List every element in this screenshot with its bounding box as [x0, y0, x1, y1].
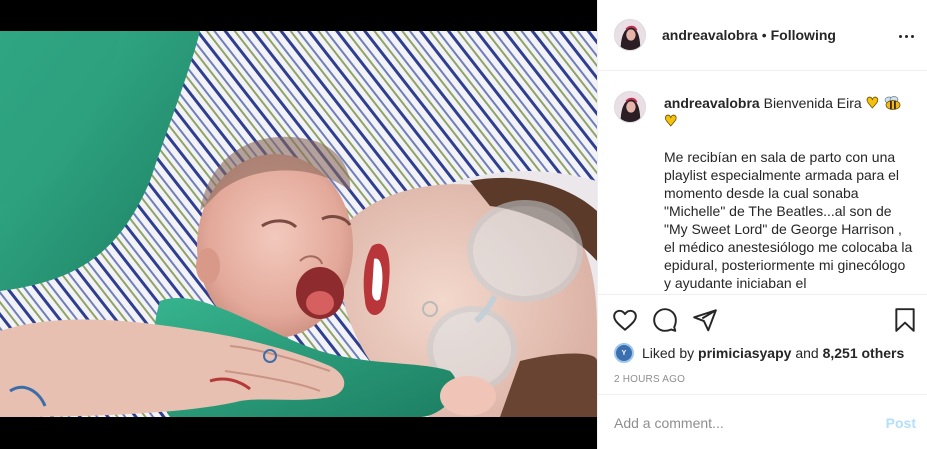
comment-input[interactable] — [614, 414, 874, 431]
paper-plane-icon[interactable] — [692, 307, 718, 333]
caption-header: andreavalobra Bienvenida Eira ♥ ♥ — [664, 94, 912, 130]
newborn-photo-illustration — [0, 31, 597, 417]
and-label: and — [795, 345, 819, 361]
post-media[interactable] — [0, 0, 597, 449]
honeybee-icon — [884, 96, 901, 110]
liker-username[interactable]: primiciasyapy — [698, 345, 791, 361]
caption-intro: Bienvenida Eira — [763, 95, 862, 111]
post-timestamp[interactable]: 2 HOURS AGO — [614, 374, 685, 385]
caption-text: Me recibían en sala de parto con una pla… — [664, 149, 913, 291]
post-photo[interactable] — [0, 31, 597, 417]
post-header: andreavalobra • Following — [598, 0, 927, 71]
liked-by-label: Liked by — [642, 345, 695, 361]
avatar-image — [615, 20, 645, 50]
post-actions-area: Y Liked by primiciasyapy and 8,251 other… — [598, 294, 927, 395]
action-bar — [612, 307, 732, 333]
author-username[interactable]: andreavalobra — [662, 27, 758, 43]
author-avatar[interactable] — [614, 19, 646, 51]
liker-avatar[interactable]: Y — [614, 343, 634, 363]
yellow-heart-icon: ♥ — [865, 94, 880, 113]
likes-summary: Y Liked by primiciasyapy and 8,251 other… — [614, 343, 904, 363]
yellow-heart-icon: ♥ — [664, 112, 678, 131]
caption-row: andreavalobra Bienvenida Eira ♥ ♥ — [614, 91, 912, 130]
others-count[interactable]: 8,251 others — [823, 345, 905, 361]
following-button[interactable]: Following — [771, 27, 836, 43]
bookmark-icon[interactable] — [892, 307, 918, 333]
avatar-image — [615, 92, 645, 122]
post-comment-button[interactable]: Post — [886, 415, 916, 431]
caption-author-avatar[interactable] — [614, 91, 646, 123]
post-side-panel: andreavalobra • Following andreavalobra … — [597, 0, 927, 449]
caption-username[interactable]: andreavalobra — [664, 95, 760, 111]
separator-dot: • — [761, 27, 767, 43]
add-comment-form: Post — [598, 396, 927, 449]
comments-section[interactable]: andreavalobra Bienvenida Eira ♥ ♥ Me rec… — [598, 72, 927, 294]
more-options-icon[interactable] — [896, 26, 916, 46]
heart-icon[interactable] — [612, 307, 638, 333]
comment-icon[interactable] — [652, 307, 678, 333]
